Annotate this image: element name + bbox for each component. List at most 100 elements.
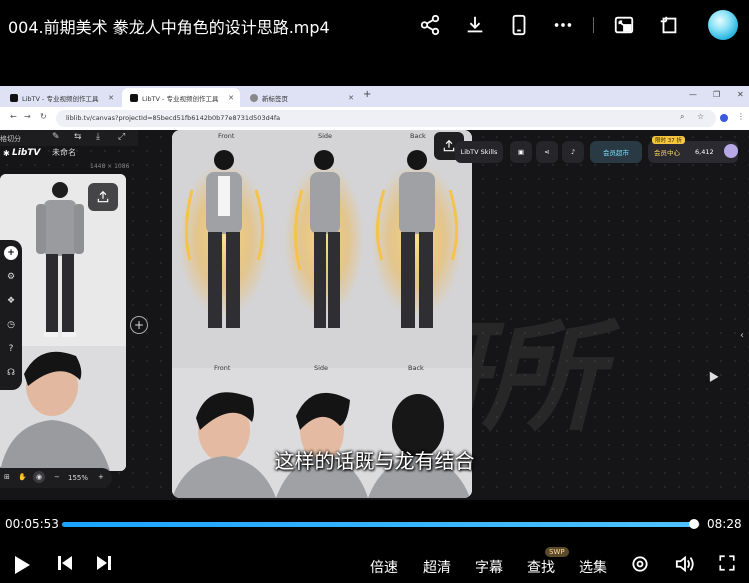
previous-button[interactable] <box>56 554 74 572</box>
mouse-cursor-icon <box>705 369 719 382</box>
tab-label: 新标签页 <box>262 94 288 103</box>
view-label: Back <box>408 364 424 372</box>
menu-icon[interactable]: ⋮ <box>737 112 745 121</box>
image-dimensions: 1448 × 1086 <box>90 163 130 170</box>
restore-icon[interactable]: ❐ <box>713 90 720 99</box>
phone-icon[interactable] <box>505 11 533 39</box>
libtv-favicon-icon <box>130 93 138 102</box>
close-tab-icon[interactable]: ✕ <box>228 94 234 102</box>
user-avatar[interactable] <box>708 10 738 40</box>
play-button[interactable] <box>12 554 32 576</box>
vip-market-button[interactable]: 会员超市 <box>590 141 642 163</box>
episodes-button[interactable]: 选集 <box>579 557 607 577</box>
upload-icon <box>97 190 109 203</box>
new-tab-button[interactable]: + <box>363 89 371 100</box>
help-icon[interactable]: ? <box>4 342 18 356</box>
upload-icon <box>443 139 455 152</box>
speed-button[interactable]: 倍速 <box>370 557 398 577</box>
search-button[interactable]: 查找 <box>527 557 555 577</box>
edit-icon[interactable]: ✎ <box>52 132 60 142</box>
tab-label: LibTV - 专业视频创作工具 <box>22 94 99 103</box>
share-icon[interactable] <box>416 11 444 39</box>
play-icon <box>15 556 30 574</box>
loop-icon <box>632 556 648 572</box>
headset-icon[interactable]: ☊ <box>4 366 18 380</box>
image-node-main[interactable]: Front Side Back Front Side Back <box>172 130 472 498</box>
discount-badge: 限时 37 折 <box>652 136 685 144</box>
pip-icon[interactable] <box>610 11 638 39</box>
total-time: 08:28 <box>707 517 742 531</box>
fullscreen-icon <box>719 555 735 571</box>
workflow-icon[interactable]: ⚙ <box>4 270 18 284</box>
captions-button[interactable]: 字幕 <box>475 557 503 577</box>
zoom-out-icon[interactable]: − <box>54 473 60 481</box>
reload-icon[interactable]: ↻ <box>40 112 47 121</box>
close-tab-icon[interactable]: ✕ <box>348 94 354 102</box>
browser-tab[interactable]: LibTV - 专业视频创作工具 ✕ <box>2 88 120 107</box>
skip-next-icon <box>97 556 111 570</box>
left-tool-rail: + ⚙ ❖ ◷ ? ☊ <box>0 240 22 390</box>
notification-icon[interactable]: ♪ <box>562 141 584 163</box>
grid-icon[interactable]: ⊞ <box>4 473 10 481</box>
browser-tab-active[interactable]: LibTV - 专业视频创作工具 ✕ <box>122 88 240 107</box>
divider <box>593 17 594 33</box>
next-button[interactable] <box>95 554 113 572</box>
points-count: 6,412 <box>695 148 714 156</box>
url-input[interactable]: liblib.tv/canvas?projectId=85becd51fb614… <box>56 110 716 127</box>
mini-window-icon[interactable] <box>655 11 683 39</box>
more-icon[interactable] <box>549 11 577 39</box>
browser-tab-strip: LibTV - 专业视频创作工具 ✕ LibTV - 专业视频创作工具 ✕ 新标… <box>0 86 749 107</box>
view-label: Side <box>314 364 329 372</box>
view-label: Side <box>318 132 333 140</box>
volume-icon <box>675 555 694 573</box>
view-label: Front <box>214 364 231 372</box>
video-subtitle: 这样的话既与龙有结合 <box>274 449 475 473</box>
download-icon[interactable]: ⤓ <box>96 132 100 142</box>
current-time: 00:05:53 <box>5 517 59 531</box>
video-title: 004.前期美术 豢龙人中角色的设计思路.mp4 <box>8 18 330 37</box>
zoom-value: 155% <box>68 474 89 482</box>
close-tab-icon[interactable]: ✕ <box>108 94 114 102</box>
globe-icon <box>250 93 258 102</box>
account-avatar[interactable] <box>724 144 738 158</box>
flip-icon[interactable]: ⇆ <box>74 132 82 142</box>
libtv-skills-button[interactable]: LibTV Skills <box>455 141 503 163</box>
tab-label: LibTV - 专业视频创作工具 <box>142 94 219 103</box>
quality-button[interactable]: 超清 <box>423 557 451 577</box>
assets-icon[interactable]: ❖ <box>4 294 18 308</box>
close-window-icon[interactable]: ✕ <box>737 90 744 99</box>
download-icon[interactable] <box>461 11 489 39</box>
loop-button[interactable] <box>630 554 650 574</box>
forward-icon[interactable]: → <box>24 112 31 121</box>
hand-icon[interactable]: ✋ <box>18 473 27 481</box>
progress-handle[interactable] <box>689 519 699 529</box>
browser-tab[interactable]: 新标签页 ✕ <box>242 88 360 107</box>
progress-fill <box>62 522 694 527</box>
view-label: Front <box>218 132 235 140</box>
volume-button[interactable] <box>674 554 696 574</box>
save-icon[interactable]: ▣ <box>510 141 532 163</box>
add-connection-button[interactable]: + <box>130 316 148 334</box>
libtv-logo-icon: ✱ <box>3 149 10 158</box>
fullscreen-button[interactable] <box>718 554 736 572</box>
vip-center-label: 会员中心 <box>654 149 680 157</box>
back-icon[interactable]: ← <box>10 112 17 121</box>
video-frame[interactable]: LibTV - 专业视频创作工具 ✕ LibTV - 专业视频创作工具 ✕ 新标… <box>0 86 749 500</box>
expand-icon[interactable]: ⤢ <box>118 132 125 142</box>
character-turnaround-sheet <box>172 130 472 498</box>
zoom-icon[interactable]: ⌕ <box>680 112 684 122</box>
libtv-favicon-icon <box>10 93 18 102</box>
add-node-icon[interactable]: + <box>4 246 18 260</box>
minimize-icon[interactable]: — <box>689 90 697 99</box>
bookmark-star-icon[interactable]: ☆ <box>697 112 704 121</box>
upload-button[interactable] <box>88 183 118 211</box>
history-icon[interactable]: ◷ <box>4 318 18 332</box>
skip-previous-icon <box>58 556 72 570</box>
progress-bar[interactable] <box>62 519 700 529</box>
toolbar-label: 格切分 <box>0 135 21 143</box>
profile-icon[interactable] <box>720 114 728 122</box>
share-icon[interactable]: ⋖ <box>536 141 558 163</box>
zoom-in-icon[interactable]: + <box>98 473 104 481</box>
chevron-left-icon[interactable]: ‹ <box>740 330 744 341</box>
document-name[interactable]: 未命名 <box>52 147 76 158</box>
